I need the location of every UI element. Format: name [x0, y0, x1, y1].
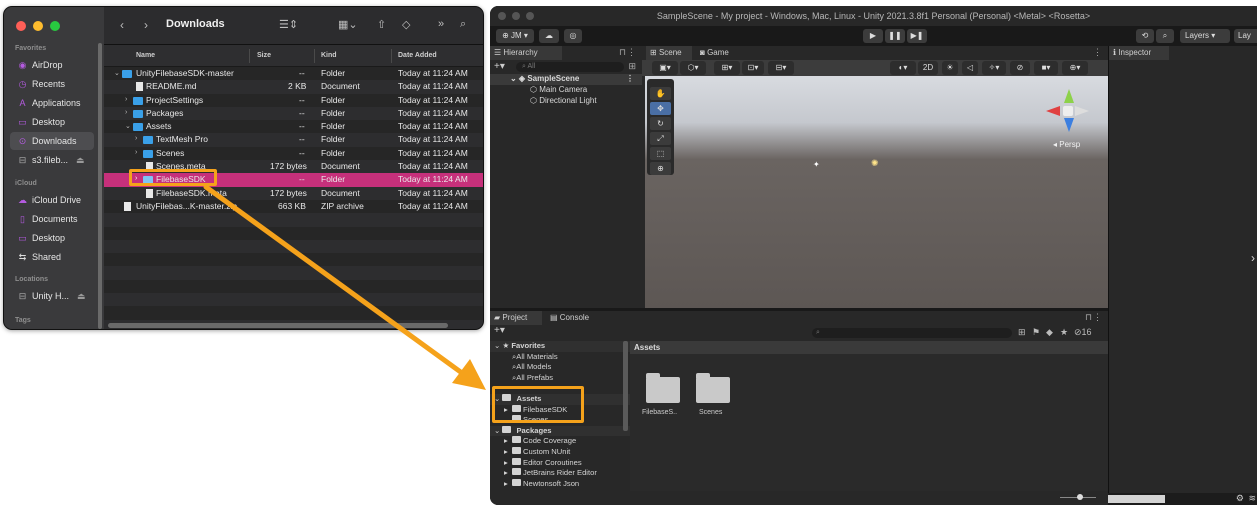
drag-arrow: [203, 184, 486, 390]
arrow-line: [203, 184, 465, 376]
arrow-head: [452, 359, 486, 390]
